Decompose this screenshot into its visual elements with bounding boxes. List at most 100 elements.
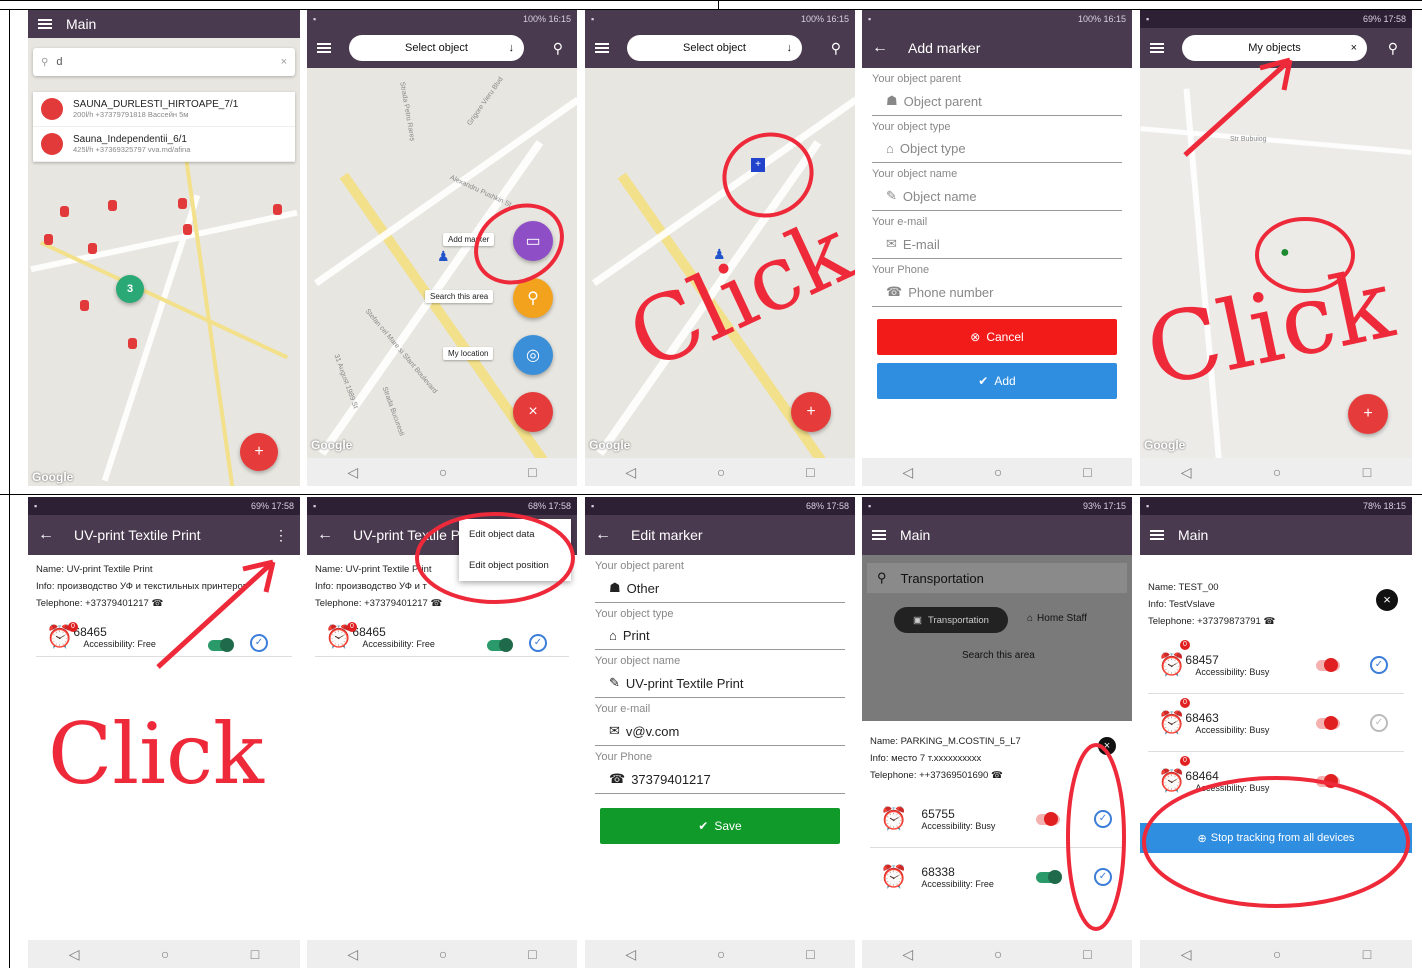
recents-icon[interactable]: □ xyxy=(1083,946,1091,962)
list-item[interactable]: SAUNA_DURLESTI_HIRTOAPE_7/1 200l/h +37379… xyxy=(33,92,295,127)
home-icon[interactable]: ○ xyxy=(439,464,447,480)
object-name-field[interactable]: ✎ UV-print Textile Print xyxy=(595,667,845,698)
object-type-field[interactable]: ⌂ Object type xyxy=(872,133,1122,163)
phone-icon[interactable]: ☎ xyxy=(991,770,1003,781)
cluster-marker[interactable]: 3 xyxy=(116,275,144,303)
select-object-dropdown[interactable]: Select object ↓ xyxy=(349,35,524,61)
home-icon[interactable]: ○ xyxy=(717,464,725,480)
back-icon[interactable]: ◁ xyxy=(1181,946,1192,963)
back-icon[interactable]: ◁ xyxy=(902,464,913,481)
add-fab-button[interactable]: + xyxy=(1348,394,1388,434)
add-fab-button[interactable]: + xyxy=(240,433,278,471)
back-icon[interactable]: ◁ xyxy=(625,464,636,481)
phone-icon[interactable]: ☎ xyxy=(151,598,163,609)
email-field[interactable]: ✉ E-mail xyxy=(872,228,1122,259)
search-bar[interactable]: ⚲ Transportation xyxy=(867,563,1127,593)
check-icon[interactable]: ✓ xyxy=(529,634,547,652)
recents-icon[interactable]: □ xyxy=(1363,946,1371,962)
search-input[interactable]: d xyxy=(56,56,272,68)
check-icon[interactable]: ✓ xyxy=(1370,714,1388,732)
toggle-switch[interactable] xyxy=(208,638,234,652)
phone-field[interactable]: ☎ 37379401217 xyxy=(595,763,845,794)
more-vert-icon[interactable]: ⋮ xyxy=(274,527,288,544)
toggle-switch[interactable] xyxy=(1316,658,1340,672)
stop-tracking-button[interactable]: ⊕ Stop tracking from all devices xyxy=(1140,823,1412,853)
recents-icon[interactable]: □ xyxy=(528,946,536,962)
close-icon[interactable]: × xyxy=(1351,42,1357,54)
back-icon[interactable]: ◁ xyxy=(69,946,80,963)
phone-icon[interactable]: ☎ xyxy=(430,598,442,609)
add-button[interactable]: ✔ Add xyxy=(877,363,1117,399)
search-area-button[interactable]: ⚲ xyxy=(513,278,553,318)
map-pin-icon[interactable]: ● xyxy=(1280,244,1290,262)
email-field[interactable]: ✉ v@v.com xyxy=(595,715,845,746)
recents-icon[interactable]: □ xyxy=(528,464,536,480)
toggle-switch[interactable] xyxy=(1316,716,1340,730)
back-arrow-icon[interactable]: ← xyxy=(595,526,611,544)
back-icon[interactable]: ◁ xyxy=(347,946,358,963)
device-row[interactable]: ⏰ 0 68464 Accessibility: Busy xyxy=(1148,752,1404,810)
recents-icon[interactable]: □ xyxy=(1363,464,1371,480)
add-fab-button[interactable]: + xyxy=(791,392,831,432)
new-marker-icon[interactable]: + xyxy=(751,158,765,172)
search-input[interactable]: Transportation xyxy=(901,571,984,586)
menu-icon[interactable] xyxy=(872,530,886,540)
back-arrow-icon[interactable]: ← xyxy=(38,526,54,544)
my-location-button[interactable]: ◎ xyxy=(513,335,553,375)
close-fab-button[interactable]: × xyxy=(513,392,553,432)
close-icon[interactable]: × xyxy=(1376,589,1398,611)
search-icon[interactable]: ⚲ xyxy=(831,40,841,57)
phone-icon[interactable]: ☎ xyxy=(1263,616,1275,627)
home-icon[interactable]: ○ xyxy=(994,946,1002,962)
device-row[interactable]: ⏰ 0 68465 Accessibility: Free ✓ xyxy=(36,618,292,657)
device-row[interactable]: ⏰ 65755 Accessibility: Busy ✓ xyxy=(870,790,1124,848)
search-area-button[interactable]: Search this area xyxy=(962,650,1035,661)
menu-icon[interactable] xyxy=(317,43,331,53)
check-icon[interactable]: ✓ xyxy=(250,634,268,652)
recents-icon[interactable]: □ xyxy=(806,464,814,480)
recents-icon[interactable]: □ xyxy=(806,946,814,962)
my-objects-dropdown[interactable]: My objects × xyxy=(1182,35,1367,61)
map-view[interactable]: ⚲ Transportation ▣ Transportation ⌂ Home St… xyxy=(862,555,1132,721)
home-icon[interactable]: ○ xyxy=(439,946,447,962)
home-icon[interactable]: ○ xyxy=(994,464,1002,480)
map-view[interactable]: Str Bubuiog ● + Google xyxy=(1140,68,1412,458)
toggle-switch[interactable] xyxy=(1036,870,1062,884)
back-icon[interactable]: ◁ xyxy=(347,464,358,481)
menu-icon[interactable] xyxy=(1150,530,1164,540)
chip-home-staff[interactable]: ⌂ Home Staff xyxy=(1027,613,1087,624)
home-icon[interactable]: ○ xyxy=(717,946,725,962)
menu-item-edit-position[interactable]: Edit object position xyxy=(459,550,571,581)
search-icon[interactable]: ⚲ xyxy=(1388,40,1398,57)
toggle-switch[interactable] xyxy=(1316,774,1340,788)
cancel-button[interactable]: ⊗ Cancel xyxy=(877,319,1117,355)
check-icon[interactable]: ✓ xyxy=(1094,810,1112,828)
search-icon[interactable]: ⚲ xyxy=(553,40,563,57)
add-marker-button[interactable]: ▭ xyxy=(513,221,553,261)
device-row[interactable]: ⏰ 68338 Accessibility: Free ✓ xyxy=(870,848,1124,906)
home-icon[interactable]: ○ xyxy=(1273,946,1281,962)
chip-transportation[interactable]: ▣ Transportation xyxy=(894,607,1008,633)
recents-icon[interactable]: □ xyxy=(1083,464,1091,480)
object-type-field[interactable]: ⌂ Print xyxy=(595,620,845,650)
device-row[interactable]: ⏰ 0 68457 Accessibility: Busy ✓ xyxy=(1148,636,1404,694)
select-object-dropdown[interactable]: Select object ↓ xyxy=(627,35,802,61)
device-row[interactable]: ⏰ 0 68463 Accessibility: Busy ✓ xyxy=(1148,694,1404,752)
map-view[interactable]: Grigore Vieru Blvd Strada Petru Rareș Al… xyxy=(307,68,577,458)
object-name-field[interactable]: ✎ Object name xyxy=(872,180,1122,211)
back-icon[interactable]: ◁ xyxy=(625,946,636,963)
map-view[interactable]: + ♟ + Google xyxy=(585,68,855,458)
save-button[interactable]: ✔ Save xyxy=(600,808,840,844)
device-row[interactable]: ⏰ 0 68465 Accessibility: Free ✓ xyxy=(315,618,569,657)
toggle-switch[interactable] xyxy=(1036,812,1060,826)
search-bar[interactable]: ⚲ d × xyxy=(33,48,295,76)
toggle-switch[interactable] xyxy=(487,638,513,652)
back-icon[interactable]: ◁ xyxy=(1181,464,1192,481)
home-icon[interactable]: ○ xyxy=(161,946,169,962)
recents-icon[interactable]: □ xyxy=(251,946,259,962)
menu-icon[interactable] xyxy=(595,43,609,53)
object-parent-field[interactable]: ☗ Object parent xyxy=(872,85,1122,116)
menu-icon[interactable] xyxy=(1150,43,1164,53)
back-arrow-icon[interactable]: ← xyxy=(872,39,888,57)
object-parent-field[interactable]: ☗ Other xyxy=(595,572,845,603)
